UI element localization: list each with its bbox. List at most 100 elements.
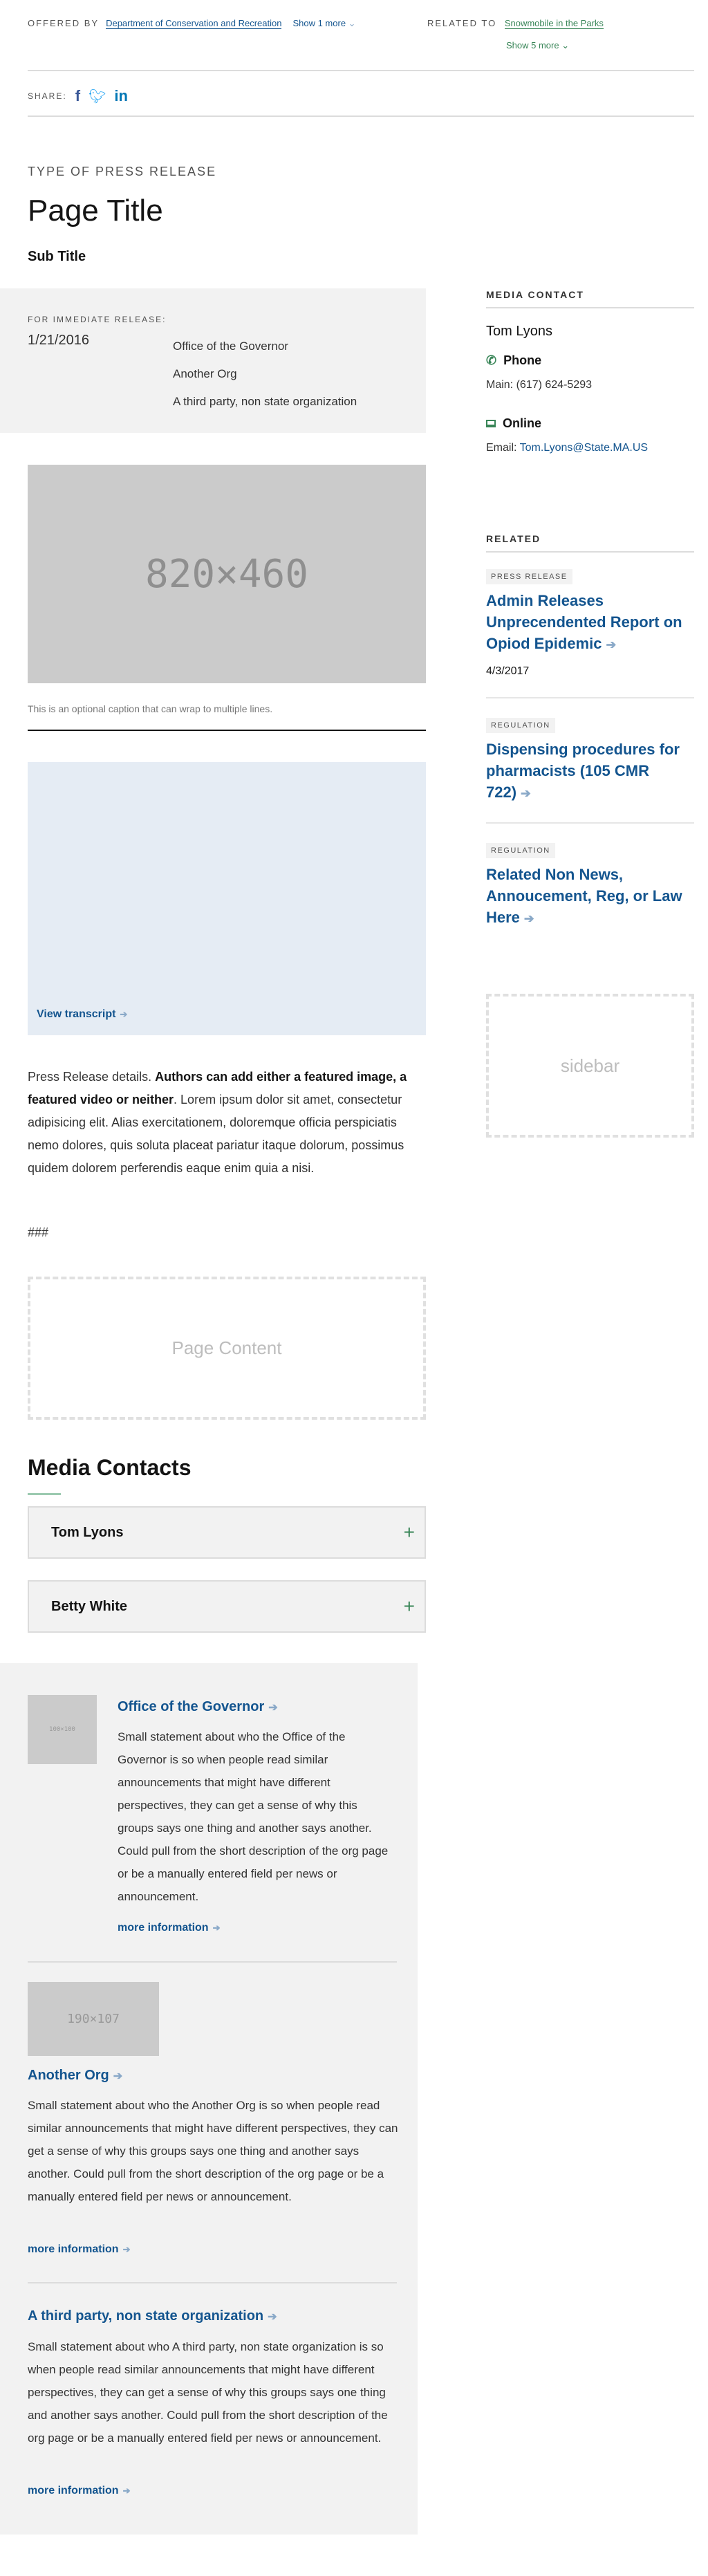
sidebar-placeholder: sidebar — [486, 994, 694, 1138]
related-date: 4/3/2017 — [486, 665, 530, 677]
view-transcript-label: View transcript — [37, 1008, 116, 1020]
sidebar: MEDIA CONTACT Tom Lyons ✆ Phone Main: (61… — [486, 289, 694, 454]
chevron-down-icon: ⌄ — [561, 40, 570, 50]
arrow-right-icon: ➔ — [122, 2485, 131, 2496]
end-mark: ### — [28, 1225, 49, 1239]
related-title: Related Non News, Annoucement, Reg, or L… — [486, 866, 682, 926]
org-logo: 190×107 — [28, 1982, 159, 2056]
more-label: more information — [118, 1922, 209, 1934]
page-content-placeholder: Page Content — [28, 1277, 426, 1420]
more-information-link[interactable]: more information ➔ — [118, 1922, 220, 1934]
related-to-label: RELATED TO — [427, 18, 497, 28]
more-label: more information — [28, 2243, 119, 2255]
featured-image: 820×460 — [28, 465, 426, 683]
laptop-icon — [486, 420, 496, 427]
org-description: Small statement about who the Another Or… — [28, 2099, 398, 2203]
show-more-offered-button[interactable]: Show 1 more ⌄ — [292, 18, 355, 29]
release-label: FOR IMMEDIATE RELEASE: — [28, 315, 167, 324]
twitter-icon[interactable]: 🐦︎ — [88, 88, 106, 105]
related-to: RELATED TO Snowmobile in the Parks — [427, 18, 604, 29]
phone-number[interactable]: (617) 624-5293 — [516, 379, 592, 391]
email-link[interactable]: Tom.Lyons@State.MA.US — [520, 442, 649, 454]
related-item: REGULATION Related Non News, Annoucement… — [486, 824, 694, 929]
org-description: Small statement about who the Office of … — [118, 1730, 389, 1903]
org-logo: 100×100 — [28, 1695, 97, 1764]
share-bar: SHARE: f 🐦︎ in — [28, 87, 128, 105]
related-link[interactable]: Admin Releases Unprecendented Report on … — [486, 590, 694, 656]
arrow-right-icon: ➔ — [113, 2070, 123, 2082]
image-caption: This is an optional caption that can wra… — [28, 703, 273, 714]
release-info-box: FOR IMMEDIATE RELEASE: 1/21/2016 Office … — [0, 288, 426, 433]
release-org: Another Org — [173, 367, 237, 380]
plus-icon: + — [403, 1521, 415, 1543]
share-label: SHARE: — [28, 91, 67, 101]
arrow-right-icon: ➔ — [523, 911, 534, 925]
more-information-link[interactable]: more information ➔ — [28, 2243, 130, 2256]
org-footer: 100×100 Office of the Governor ➔ Small st… — [0, 1663, 418, 2535]
arrow-right-icon: ➔ — [120, 1009, 128, 1019]
linkedin-icon[interactable]: in — [114, 87, 128, 105]
featured-video[interactable]: View transcript ➔ — [28, 762, 426, 1035]
caption-divider — [28, 730, 426, 731]
facebook-icon[interactable]: f — [75, 87, 80, 105]
related-title: Dispensing procedures for pharmacists (1… — [486, 741, 680, 801]
release-date: 1/21/2016 — [28, 333, 89, 348]
related-item: PRESS RELEASE Admin Releases Unprecenden… — [486, 553, 694, 698]
related-to-link[interactable]: Snowmobile in the Parks — [504, 18, 604, 29]
more-information-link[interactable]: more information ➔ — [28, 2485, 130, 2497]
phone-label: Phone — [503, 353, 542, 367]
org-title: Office of the Governor — [118, 1699, 265, 1714]
online-heading: Online — [486, 416, 694, 431]
accordion-title: Betty White — [51, 1598, 127, 1614]
arrow-right-icon: ➔ — [268, 2311, 277, 2323]
related-tag: REGULATION — [486, 843, 555, 858]
release-orgs: Office of the Governor Another Org A thi… — [173, 333, 357, 416]
org-title-link[interactable]: Office of the Governor ➔ — [118, 1699, 278, 1715]
arrow-right-icon: ➔ — [521, 786, 531, 800]
offered-by-link[interactable]: Department of Conservation and Recreatio… — [106, 18, 282, 29]
phone-prefix: Main: — [486, 379, 514, 391]
accordion-title: Tom Lyons — [51, 1524, 124, 1540]
release-org: Office of the Governor — [173, 340, 288, 353]
media-contact-heading: MEDIA CONTACT — [486, 289, 694, 308]
related-tag: REGULATION — [486, 718, 555, 733]
phone-heading: ✆ Phone — [486, 353, 694, 368]
page-subtitle: Sub Title — [28, 249, 86, 264]
divider — [28, 70, 694, 71]
plus-icon: + — [403, 1595, 415, 1617]
related-title: Admin Releases Unprecendented Report on … — [486, 592, 682, 652]
accordion-contact-tom-lyons[interactable]: Tom Lyons + — [28, 1506, 426, 1559]
accordion-contact-betty-white[interactable]: Betty White + — [28, 1580, 426, 1633]
online-label: Online — [503, 416, 542, 430]
org-title: A third party, non state organization — [28, 2308, 264, 2324]
org-title: Another Org — [28, 2068, 109, 2083]
offered-by-label: OFFERED BY — [28, 18, 100, 28]
email-prefix: Email: — [486, 442, 517, 454]
arrow-right-icon: ➔ — [268, 1702, 278, 1714]
related-section: RELATED PRESS RELEASE Admin Releases Unp… — [486, 533, 694, 929]
view-transcript-link[interactable]: View transcript ➔ — [37, 1008, 127, 1021]
org-title-link[interactable]: Another Org ➔ — [28, 2068, 122, 2084]
related-item: REGULATION Dispensing procedures for pha… — [486, 698, 694, 824]
page-title: Page Title — [28, 194, 163, 228]
phone-icon: ✆ — [486, 353, 497, 367]
press-release-body: Press Release details. Authors can add e… — [28, 1066, 426, 1180]
heading-underline — [28, 1493, 61, 1495]
show-more-related-button[interactable]: Show 5 more ⌄ — [506, 40, 569, 51]
related-tag: PRESS RELEASE — [486, 569, 572, 584]
arrow-right-icon: ➔ — [606, 638, 617, 651]
phone-line: Main: (617) 624-5293 — [486, 379, 694, 391]
press-release-type: TYPE OF PRESS RELEASE — [28, 165, 217, 178]
divider — [28, 1961, 397, 1963]
show-more-label: Show 5 more — [506, 40, 559, 50]
media-contacts-heading: Media Contacts — [28, 1455, 192, 1480]
divider — [28, 2282, 397, 2283]
arrow-right-icon: ➔ — [212, 1922, 221, 1933]
body-intro: Press Release details. — [28, 1070, 156, 1084]
related-link[interactable]: Dispensing procedures for pharmacists (1… — [486, 739, 694, 804]
org-title-link[interactable]: A third party, non state organization ➔ — [28, 2308, 277, 2324]
chevron-down-icon: ⌄ — [348, 18, 356, 28]
org-description: Small statement about who A third party,… — [28, 2340, 388, 2445]
related-link[interactable]: Related Non News, Annoucement, Reg, or L… — [486, 864, 694, 929]
arrow-right-icon: ➔ — [122, 2244, 131, 2254]
